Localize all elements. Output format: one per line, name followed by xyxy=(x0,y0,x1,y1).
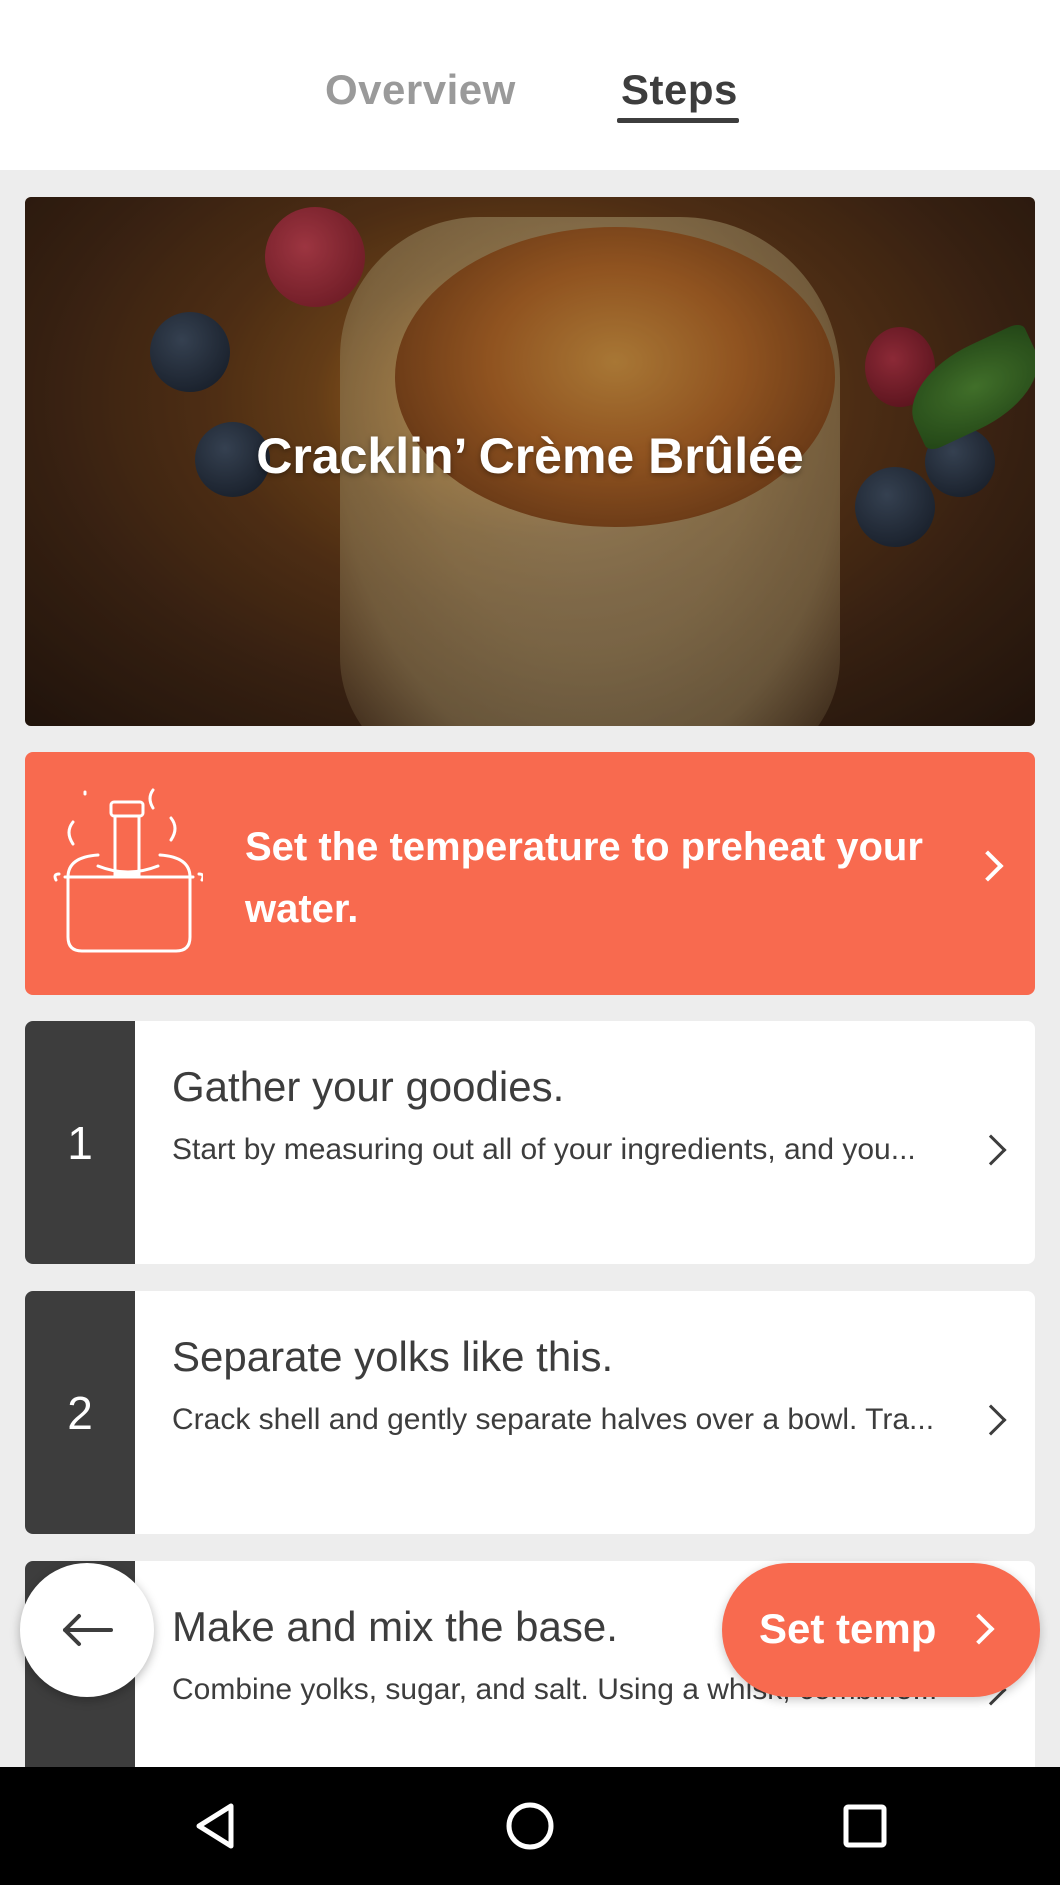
set-temp-button[interactable]: Set temp xyxy=(722,1563,1040,1697)
preheat-instruction: Set the temperature to preheat your wate… xyxy=(245,825,923,931)
step-description: Start by measuring out all of your ingre… xyxy=(172,1133,916,1166)
recipe-title: Cracklin’ Crème Brûlée xyxy=(256,428,804,484)
step-title: Make and mix the base. xyxy=(172,1603,618,1650)
chevron-right-icon xyxy=(972,850,1004,882)
sous-vide-pot-icon xyxy=(53,788,203,953)
preheat-card[interactable]: Set the temperature to preheat your wate… xyxy=(25,752,1035,995)
step-title: Separate yolks like this. xyxy=(172,1333,614,1380)
nav-back-button[interactable] xyxy=(160,1767,270,1885)
step-card[interactable]: 1 Gather your goodies. Start by measurin… xyxy=(25,1021,1035,1264)
arrow-left-icon xyxy=(63,1614,113,1646)
square-recents-icon xyxy=(843,1804,887,1848)
step-card[interactable]: 2 Separate yolks like this. Crack shell … xyxy=(25,1291,1035,1534)
circle-home-icon xyxy=(506,1802,554,1850)
active-tab-indicator xyxy=(617,118,739,123)
step-number: 2 xyxy=(25,1291,135,1534)
tab-overview[interactable]: Overview xyxy=(325,66,516,114)
tab-steps[interactable]: Steps xyxy=(621,66,738,114)
set-temp-label: Set temp xyxy=(759,1605,937,1652)
step-number: 1 xyxy=(25,1021,135,1264)
triangle-back-icon xyxy=(196,1803,234,1849)
step-title: Gather your goodies. xyxy=(172,1063,565,1110)
system-navigation-bar xyxy=(0,1767,1060,1885)
recipe-hero-image: Cracklin’ Crème Brûlée xyxy=(25,197,1035,726)
step-description: Crack shell and gently separate halves o… xyxy=(172,1403,935,1436)
nav-recents-button[interactable] xyxy=(810,1767,920,1885)
nav-home-button[interactable] xyxy=(475,1767,585,1885)
tab-bar: Overview Steps xyxy=(0,0,1060,170)
back-button[interactable] xyxy=(20,1563,154,1697)
chevron-right-icon xyxy=(963,1613,995,1645)
